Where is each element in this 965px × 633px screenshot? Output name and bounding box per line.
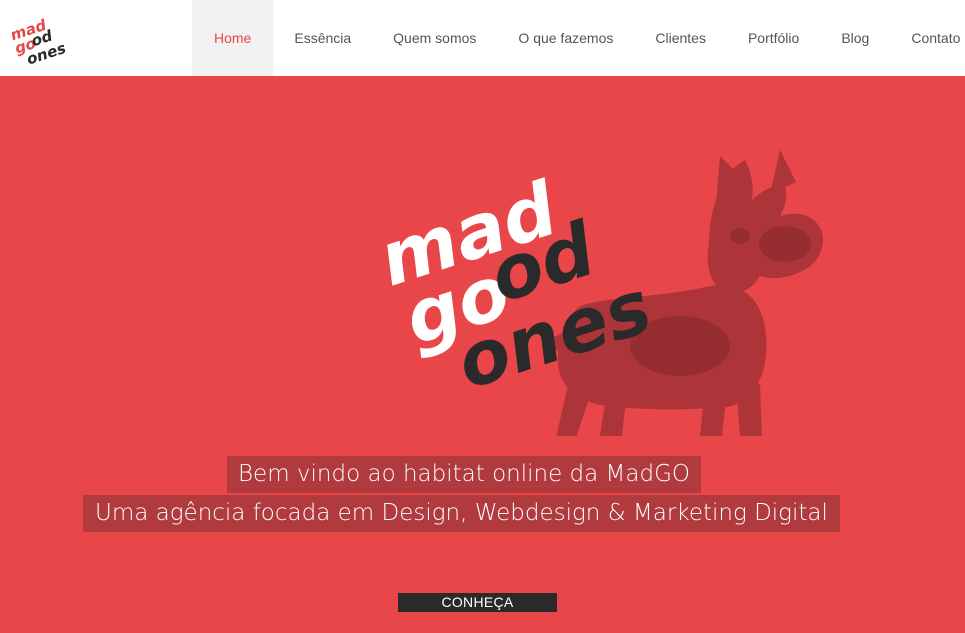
nav-item-blog[interactable]: Blog (820, 0, 890, 76)
nav-item-contato[interactable]: Contato (890, 0, 965, 76)
nav-item-clientes[interactable]: Clientes (634, 0, 727, 76)
hero-subheadline: Uma agência focada em Design, Webdesign … (83, 495, 840, 532)
nav-item-o-que-fazemos[interactable]: O que fazemos (497, 0, 634, 76)
hero-artwork: mad go od ones (380, 150, 823, 436)
hero-headline: Bem vindo ao habitat online da MadGO (227, 456, 702, 493)
nav-item-essencia[interactable]: Essência (273, 0, 372, 76)
hero-section: mad go od ones Bem vindo ao habitat onli… (0, 76, 965, 633)
nav-item-portfolio[interactable]: Portfólio (727, 0, 820, 76)
main-nav: Home Essência Quem somos O que fazemos C… (192, 0, 965, 76)
site-header: mad go od ones Home Essência Quem somos … (0, 0, 965, 76)
nav-item-quem-somos[interactable]: Quem somos (372, 0, 497, 76)
nav-item-home[interactable]: Home (192, 0, 274, 76)
madgoodones-logo[interactable]: mad go od ones (10, 14, 70, 68)
conheca-button[interactable]: CONHEÇA (398, 593, 557, 612)
